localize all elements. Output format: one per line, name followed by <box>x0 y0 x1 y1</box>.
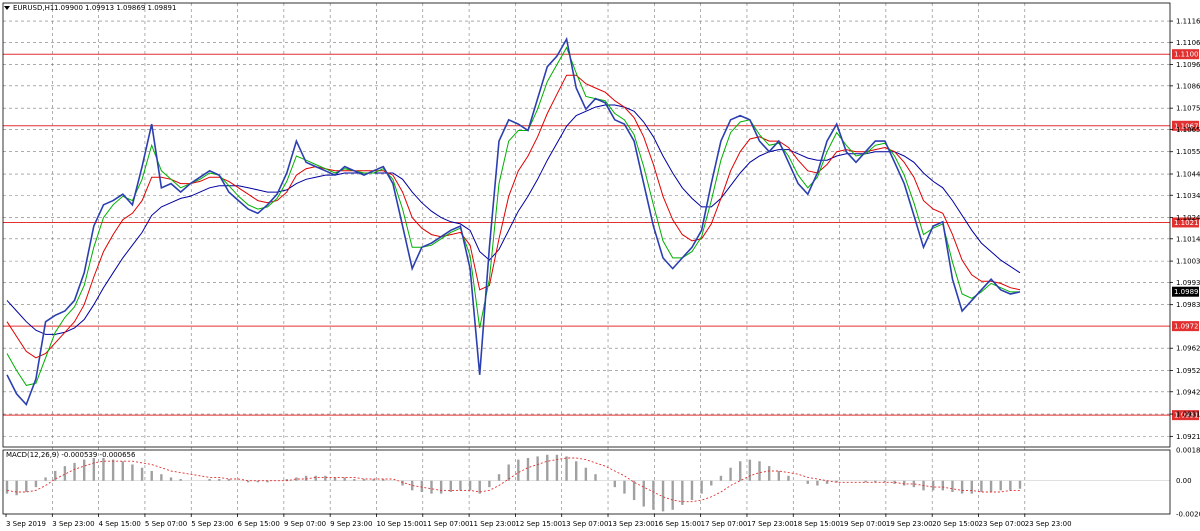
time-tick-label: 17 Sep 23:00 <box>747 520 794 528</box>
time-tick-label: 23 Sep 23:00 <box>1025 520 1072 528</box>
macd-label: MACD(12,26,9) -0.000539 -0.000656 <box>6 451 136 459</box>
time-tick-label: 20 Sep 15:00 <box>932 520 979 528</box>
time-tick-label: 9 Sep 07:00 <box>284 520 326 528</box>
time-tick-label: 19 Sep 07:00 <box>840 520 887 528</box>
chart-background <box>0 0 1200 531</box>
price-tick-label: 1.10035 <box>1176 258 1200 266</box>
time-tick-label: 13 Sep 07:00 <box>562 520 609 528</box>
price-tick-label: 1.09520 <box>1176 367 1200 375</box>
macd-tick-label: -0.00206 <box>1176 511 1200 519</box>
time-tick-label: 4 Sep 15:00 <box>99 520 141 528</box>
price-tick-label: 1.10755 <box>1176 105 1200 113</box>
level-tag-label: 1.09729 <box>1174 323 1200 331</box>
time-tick-label: 17 Sep 07:00 <box>701 520 748 528</box>
time-tick-label: 18 Sep 15:00 <box>793 520 840 528</box>
time-tick-label: 11 Sep 07:00 <box>423 520 470 528</box>
price-tick-label: 1.11165 <box>1176 18 1200 26</box>
price-tick-label: 1.10655 <box>1176 126 1200 134</box>
time-tick-label: 12 Sep 15:00 <box>515 520 562 528</box>
price-tick-label: 1.10140 <box>1176 235 1200 243</box>
ohlc-text: 1.09900 1.09913 1.09869 1.09891 <box>54 4 176 12</box>
time-tick-label: 13 Sep 23:00 <box>608 520 655 528</box>
time-tick-label: 23 Sep 07:00 <box>979 520 1026 528</box>
price-tick-label: 1.09625 <box>1176 345 1200 353</box>
price-tick-label: 1.10960 <box>1176 61 1200 69</box>
price-tick-label: 1.10345 <box>1176 192 1200 200</box>
time-tick-label: 5 Sep 23:00 <box>191 520 233 528</box>
chart-canvas[interactable]: 1.110091.106721.102171.097291.09310 1.11… <box>0 0 1200 531</box>
time-tick-label: 10 Sep 15:00 <box>376 520 423 528</box>
time-tick-label: 11 Sep 23:00 <box>469 520 516 528</box>
level-tag-label: 1.11009 <box>1174 51 1200 59</box>
price-tick-label: 1.09210 <box>1176 433 1200 441</box>
macd-tick-label: 0.001895 <box>1176 447 1200 455</box>
price-tick-label: 1.10240 <box>1176 214 1200 222</box>
time-tick-label: 3 Sep 2019 <box>6 520 46 528</box>
symbol-label: EURUSD,H1 <box>13 4 54 12</box>
time-tick-label: 6 Sep 15:00 <box>238 520 280 528</box>
time-tick-label: 9 Sep 23:00 <box>330 520 372 528</box>
price-tick-label: 1.09830 <box>1176 301 1200 309</box>
price-tick-label: 1.09935 <box>1176 279 1200 287</box>
price-tick-label: 1.10860 <box>1176 82 1200 90</box>
time-tick-label: 16 Sep 15:00 <box>654 520 701 528</box>
current-price-label: 1.09891 <box>1174 288 1200 296</box>
time-tick-label: 19 Sep 23:00 <box>886 520 933 528</box>
price-tick-label: 1.09420 <box>1176 388 1200 396</box>
price-tick-label: 1.10550 <box>1176 148 1200 156</box>
price-tick-label: 1.10445 <box>1176 171 1200 179</box>
price-tick-label: 1.11065 <box>1176 39 1200 47</box>
time-tick-label: 3 Sep 23:00 <box>52 520 94 528</box>
macd-tick-label: 0.00 <box>1176 477 1192 485</box>
price-tick-label: 1.09315 <box>1176 411 1200 419</box>
time-tick-label: 5 Sep 07:00 <box>145 520 187 528</box>
